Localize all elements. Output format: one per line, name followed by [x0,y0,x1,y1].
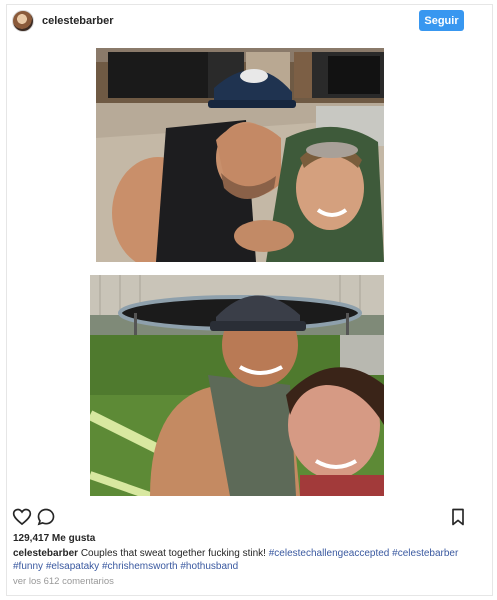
avatar[interactable] [12,10,34,32]
caption-text: Couples that sweat together fucking stin… [78,548,269,559]
view-comments-link[interactable]: ver los 612 comentarios [13,576,114,587]
caption-username[interactable]: celestebarber [13,548,78,559]
hashtag-link[interactable]: #celestebarber [392,548,458,559]
post-username[interactable]: celestebarber [42,15,114,27]
hashtag-link[interactable]: #chrishemsworth [102,561,178,572]
hashtag-link[interactable]: #elsapataky [46,561,99,572]
likes-count[interactable]: 129,417 Me gusta [13,533,95,544]
hashtag-link[interactable]: #hothusband [180,561,238,572]
hashtag-link[interactable]: #celestechallengeaccepted [269,548,390,559]
bookmark-icon[interactable] [448,507,468,527]
photo-bottom-image [90,275,384,496]
heart-icon[interactable] [12,507,32,527]
comment-icon[interactable] [36,507,56,527]
post-photo-top[interactable] [96,48,384,262]
photo-top-image [96,48,384,262]
action-bar [12,507,472,527]
post-photo-bottom[interactable] [90,275,384,496]
post-header: celestebarber Seguir [6,6,476,36]
post-caption: celestebarber Couples that sweat togethe… [13,547,473,573]
hashtag-link[interactable]: #funny [13,561,43,572]
follow-button[interactable]: Seguir [419,10,464,31]
